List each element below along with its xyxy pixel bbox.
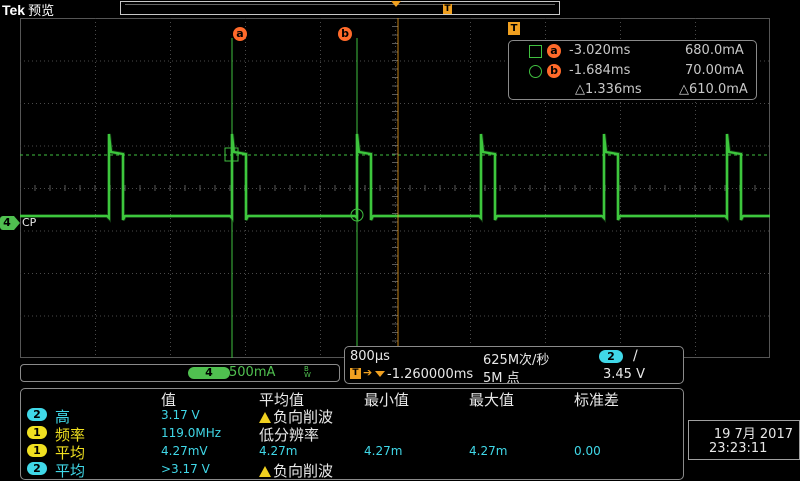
row-value-cell: 4.27mV <box>161 444 208 458</box>
datetime-panel: 19 7月 2017 23:23:11 <box>688 420 800 460</box>
row-mean-cell: 低分辨率 <box>259 426 320 444</box>
row-channel-badge: 1 <box>27 426 47 439</box>
header-max: 最大值 <box>469 391 515 409</box>
row-mean-text: 负向削波 <box>273 462 334 480</box>
row-channel-badge: 1 <box>27 444 47 457</box>
cursor-a-square-icon <box>529 45 542 58</box>
cursor-readout-panel[interactable]: a -3.020ms 680.0mA b -1.684ms 70.00mA △1… <box>508 40 757 100</box>
row-value-cell: >3.17 V <box>161 462 210 476</box>
channel-4-ground-marker[interactable]: 4 <box>0 216 20 230</box>
header-min: 最小值 <box>364 391 410 409</box>
row-mean-cell: 4.27m <box>259 444 298 458</box>
arrow-right-icon: ➔ <box>363 366 373 379</box>
cursor-a-badge: a <box>547 44 561 58</box>
header-value: 值 <box>161 391 177 409</box>
cursor-a-label: a <box>233 27 247 41</box>
trigger-marker-icon[interactable]: T <box>443 4 452 14</box>
record-length: 5M 点 <box>483 371 520 386</box>
row-max-cell: 4.27m <box>469 444 508 458</box>
trigger-source-badge: 2 <box>599 350 623 363</box>
time-text: 23:23:11 <box>709 441 768 456</box>
brand-name: Tek <box>2 2 26 18</box>
row-mean-cell: 负向削波 <box>259 460 333 481</box>
vertical-scale: 500mA <box>229 365 276 380</box>
trigger-offset: -1.260000ms <box>387 367 474 382</box>
cursor-b-marker[interactable]: b <box>338 22 352 41</box>
warning-icon <box>259 466 271 477</box>
cursor-b-value: 70.00mA <box>685 63 744 78</box>
trigger-level-icon[interactable]: T <box>508 22 520 35</box>
row-channel-badge: 2 <box>27 462 47 475</box>
row-measurement-name: 平均 <box>55 462 86 480</box>
date-text: 19 7月 2017 <box>713 427 793 442</box>
trigger-position-icon[interactable] <box>391 1 401 7</box>
record-view-bar[interactable] <box>120 1 560 15</box>
row-min-cell: 4.27m <box>364 444 403 458</box>
cursor-delta-time: △1.336ms <box>575 82 642 97</box>
record-view-track <box>125 4 555 13</box>
channel-4-marker-number: 4 <box>0 216 14 230</box>
acquisition-mode: 预览 <box>28 3 55 18</box>
header-std: 标准差 <box>574 391 620 409</box>
row-value-cell: 3.17 V <box>161 408 200 422</box>
cursor-a-time: -3.020ms <box>569 43 631 58</box>
channel-4-arrow-icon <box>14 216 20 230</box>
cursor-b-time: -1.684ms <box>569 63 631 78</box>
measurement-table[interactable]: 值 平均值 最小值 最大值 标准差 2 高 3.17 V 负向削波 1 频率 119.0MH… <box>20 388 684 480</box>
trigger-t-icon: T <box>350 368 361 379</box>
sample-rate: 625M次/秒 <box>483 353 550 368</box>
cursor-a-value: 680.0mA <box>685 43 744 58</box>
trigger-level: 3.45 V <box>603 367 645 382</box>
warning-icon <box>259 412 271 423</box>
horizontal-trigger-panel[interactable]: 800µs 625M次/秒 2 / T ➔ -1.260000ms 5M 点 3… <box>344 346 684 386</box>
brand-logo: Tek 预览 <box>2 0 54 19</box>
cursor-b-circle-icon <box>529 65 542 78</box>
bandwidth-limit-icon: B W <box>304 365 311 379</box>
row-channel-badge: 2 <box>27 408 47 421</box>
row-value-cell: 119.0MHz <box>161 426 222 440</box>
timebase-scale: 800µs <box>350 349 390 364</box>
cursor-b-label: b <box>338 27 352 41</box>
trigger-slope-icon: / <box>633 348 638 364</box>
cursor-a-marker[interactable]: a <box>233 22 247 41</box>
top-bar: Tek 预览 T <box>0 0 800 18</box>
row-std-cell: 0.00 <box>574 444 601 458</box>
cursor-delta-value: △610.0mA <box>679 82 748 97</box>
trigger-position-small-icon <box>375 371 385 377</box>
channel-4-badge: 4 <box>188 367 230 379</box>
channel-4-name: CP <box>22 216 37 229</box>
cursor-b-badge: b <box>547 64 561 78</box>
vertical-settings-panel[interactable]: 4 500mA B W <box>20 364 340 382</box>
